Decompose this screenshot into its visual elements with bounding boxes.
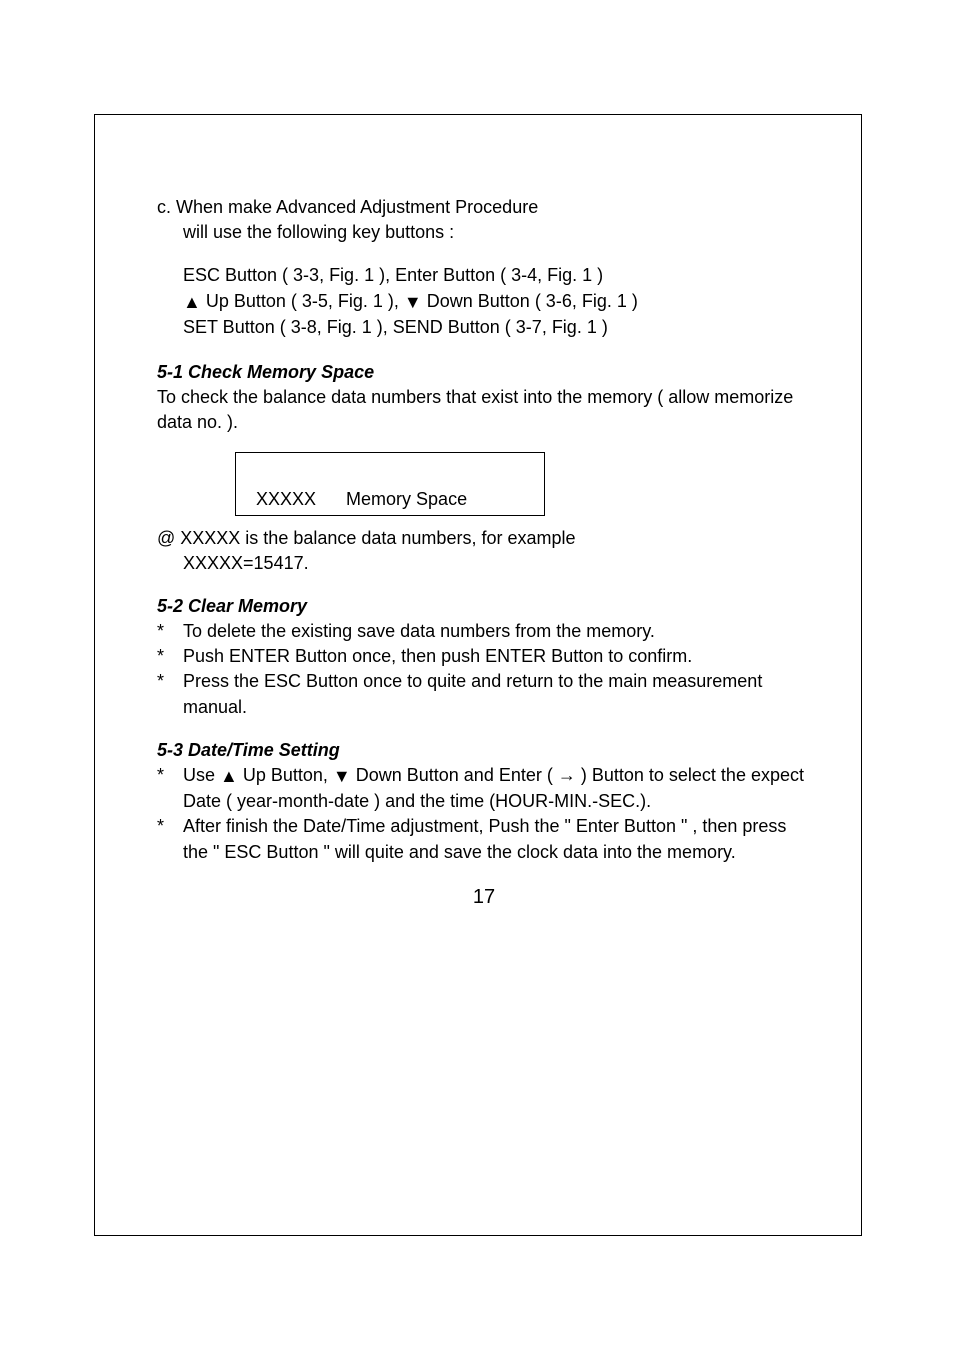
text: ▲ Up Button ( 3-5, Fig. 1 ), ▼ Down Butt… — [183, 289, 811, 315]
bullet-marker: * — [157, 619, 183, 644]
text: will use the following key buttons : — [157, 220, 811, 245]
up-triangle-icon: ▲ — [220, 764, 238, 789]
heading-5-1: 5-1 Check Memory Space — [157, 360, 811, 385]
text: XXXXX=15417. — [157, 551, 811, 576]
section-5-2-list: * To delete the existing save data numbe… — [157, 619, 811, 720]
right-arrow-icon: → — [558, 763, 576, 788]
text: Push ENTER Button once, then push ENTER … — [183, 644, 811, 669]
text: Down Button and Enter ( — [351, 765, 558, 785]
down-triangle-icon: ▼ — [333, 764, 351, 789]
display-text: XXXXX Memory Space — [256, 487, 467, 512]
heading-5-2: 5-2 Clear Memory — [157, 594, 811, 619]
text: @ XXXXX is the balance data numbers, for… — [157, 526, 811, 551]
list-item: * To delete the existing save data numbe… — [157, 619, 811, 644]
text: After finish the Date/Time adjustment, P… — [183, 814, 811, 864]
page-content: c. When make Advanced Adjustment Procedu… — [157, 195, 811, 911]
memory-note: @ XXXXX is the balance data numbers, for… — [157, 526, 811, 576]
page-number: 17 — [157, 883, 811, 911]
section-5-3-list: * Use ▲ Up Button, ▼ Down Button and Ent… — [157, 763, 811, 865]
page-frame: c. When make Advanced Adjustment Procedu… — [94, 114, 862, 1236]
heading-5-3: 5-3 Date/Time Setting — [157, 738, 811, 763]
text: Down Button ( 3-6, Fig. 1 ) — [422, 291, 638, 311]
memory-space-display: XXXXX Memory Space — [235, 452, 545, 516]
text: Press the ESC Button once to quite and r… — [183, 669, 811, 719]
text: Up Button, — [238, 765, 333, 785]
list-item: * Push ENTER Button once, then push ENTE… — [157, 644, 811, 669]
button-references: ESC Button ( 3-3, Fig. 1 ), Enter Button… — [157, 263, 811, 340]
text: To delete the existing save data numbers… — [183, 619, 811, 644]
bullet-marker: * — [157, 814, 183, 864]
text: SET Button ( 3-8, Fig. 1 ), SEND Button … — [183, 315, 811, 340]
section-c-intro: c. When make Advanced Adjustment Procedu… — [157, 195, 811, 245]
section-5-1-body: To check the balance data numbers that e… — [157, 385, 811, 435]
bullet-marker: * — [157, 763, 183, 814]
text: Use ▲ Up Button, ▼ Down Button and Enter… — [183, 763, 811, 814]
text: Up Button ( 3-5, Fig. 1 ), — [201, 291, 404, 311]
bullet-marker: * — [157, 669, 183, 719]
list-item: * After finish the Date/Time adjustment,… — [157, 814, 811, 864]
list-item: * Press the ESC Button once to quite and… — [157, 669, 811, 719]
down-triangle-icon: ▼ — [404, 290, 422, 315]
text: c. When make Advanced Adjustment Procedu… — [157, 195, 811, 220]
up-triangle-icon: ▲ — [183, 290, 201, 315]
text: ESC Button ( 3-3, Fig. 1 ), Enter Button… — [183, 263, 811, 288]
display-box-container: XXXXX Memory Space — [157, 452, 811, 516]
list-item: * Use ▲ Up Button, ▼ Down Button and Ent… — [157, 763, 811, 814]
bullet-marker: * — [157, 644, 183, 669]
text: Use — [183, 765, 220, 785]
